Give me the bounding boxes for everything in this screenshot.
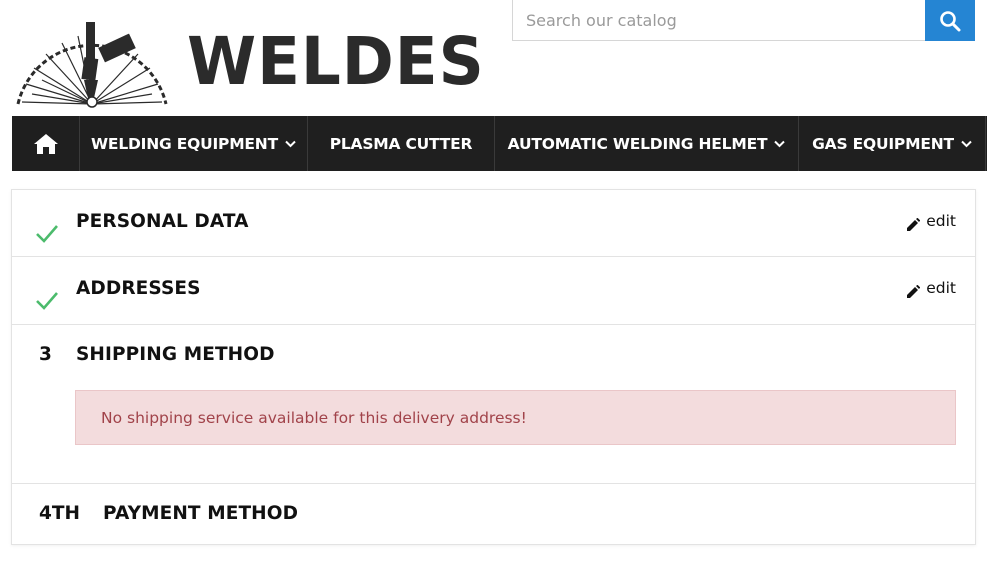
main-nav: WELDING EQUIPMENT PLASMA CUTTER AUTOMATI… (12, 116, 987, 171)
checkout-step-addresses[interactable]: ADDRESSES edit (12, 257, 975, 325)
chevron-down-icon (774, 140, 786, 147)
checkout-step-personal-data[interactable]: PERSONAL DATA edit (12, 190, 975, 257)
checkout-steps: PERSONAL DATA edit ADDRESSES edit 3 SHIP… (11, 189, 976, 545)
chevron-down-icon (961, 140, 972, 147)
step-title: PERSONAL DATA (76, 211, 249, 232)
nav-home[interactable] (12, 116, 80, 171)
edit-personal-data-button[interactable]: edit (906, 210, 956, 232)
checkout-step-payment-method: 4TH PAYMENT METHOD (12, 484, 975, 544)
step-title: ADDRESSES (76, 278, 201, 299)
home-icon (33, 133, 58, 154)
site-logo[interactable]: WELDES (12, 18, 484, 110)
chevron-down-icon (285, 140, 296, 147)
step-title: PAYMENT METHOD (103, 503, 299, 524)
shipping-unavailable-alert: No shipping service available for this d… (75, 390, 956, 445)
site-header: WELDES (0, 0, 987, 116)
search-bar (512, 0, 975, 41)
step-number: 4TH (39, 503, 80, 524)
nav-item-plasma-cutter[interactable]: PLASMA CUTTER (308, 116, 495, 171)
search-icon (940, 10, 961, 31)
nav-item-automatic-welding-helmet[interactable]: AUTOMATIC WELDING HELMET (495, 116, 799, 171)
search-input[interactable] (513, 0, 925, 40)
nav-item-label: GAS EQUIPMENT (812, 134, 954, 153)
edit-addresses-button[interactable]: edit (906, 277, 956, 299)
nav-item-label: PLASMA CUTTER (329, 134, 473, 153)
nav-item-gas-equipment[interactable]: GAS EQUIPMENT (799, 116, 986, 171)
welding-torch-logo (16, 22, 168, 108)
nav-item-welding-equipment[interactable]: WELDING EQUIPMENT (80, 116, 308, 171)
search-button[interactable] (925, 0, 975, 41)
check-icon (36, 292, 58, 310)
brand-name: WELDES (187, 23, 485, 100)
check-icon (36, 225, 58, 243)
nav-item-label: AUTOMATIC WELDING HELMET (507, 134, 768, 153)
pencil-icon (907, 218, 921, 231)
nav-item-label: WELDING EQUIPMENT (91, 134, 278, 153)
step-title: SHIPPING METHOD (76, 344, 275, 365)
checkout-step-shipping-method: 3 SHIPPING METHOD No shipping service av… (12, 325, 975, 484)
edit-label: edit (926, 279, 956, 297)
step-number: 3 (39, 344, 52, 365)
pencil-icon (907, 285, 921, 298)
edit-label: edit (926, 212, 956, 230)
